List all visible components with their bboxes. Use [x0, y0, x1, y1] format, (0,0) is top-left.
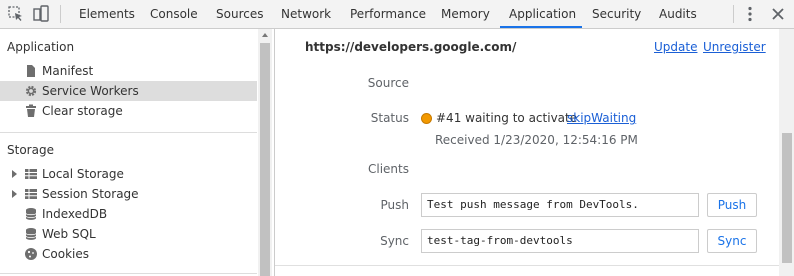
status-text: #41 waiting to activate — [436, 111, 578, 125]
more-icon[interactable] — [741, 5, 759, 23]
tab-network[interactable]: Network — [281, 0, 331, 29]
push-label: Push — [380, 198, 410, 212]
sidebar-divider — [0, 273, 257, 274]
section-divider — [275, 265, 779, 266]
sidebar-item-cookies[interactable]: Cookies — [0, 244, 257, 264]
sidebar-item-label: Local Storage — [42, 167, 124, 181]
sidebar-item-web-sql[interactable]: Web SQL — [0, 224, 257, 244]
sidebar-item-clear-storage[interactable]: Clear storage — [0, 101, 257, 121]
tab-security[interactable]: Security — [592, 0, 641, 29]
update-link[interactable]: Update — [654, 40, 697, 54]
push-button[interactable]: Push — [707, 193, 757, 217]
status-label: Status — [370, 111, 409, 125]
received-timestamp: Received 1/23/2020, 12:54:16 PM — [435, 133, 638, 147]
sidebar-heading-application: Application — [7, 40, 75, 54]
tab-performance[interactable]: Performance — [350, 0, 426, 29]
sidebar-item-manifest[interactable]: Manifest — [0, 61, 257, 81]
expand-arrow-icon[interactable] — [12, 170, 17, 178]
expand-arrow-icon[interactable] — [12, 190, 17, 198]
service-worker-panel: https://developers.google.com/ Update Un… — [275, 29, 794, 276]
tab-memory[interactable]: Memory — [441, 0, 490, 29]
sync-label: Sync — [380, 234, 409, 248]
tab-application[interactable]: Application — [509, 0, 576, 29]
scroll-up-arrow-icon[interactable] — [262, 33, 268, 37]
devtools-toolbar: Elements Console Sources Network Perform… — [0, 0, 794, 29]
sidebar-scrollbar-thumb[interactable] — [260, 43, 270, 276]
sidebar-item-label: Clear storage — [42, 104, 123, 118]
grid-icon — [25, 189, 37, 199]
tab-console[interactable]: Console — [150, 0, 198, 29]
source-label: Source — [367, 76, 409, 90]
grid-icon — [25, 169, 37, 179]
sidebar-item-label: Manifest — [42, 64, 94, 78]
device-toolbar-icon[interactable] — [32, 5, 50, 23]
trash-icon — [26, 104, 36, 117]
database-icon — [25, 228, 37, 240]
cookie-icon — [25, 248, 37, 260]
sidebar: Application Manifest Service Workers Cle… — [0, 29, 275, 276]
toolbar-separator — [733, 5, 734, 23]
sidebar-item-local-storage[interactable]: Local Storage — [0, 164, 257, 184]
sidebar-item-indexeddb[interactable]: IndexedDB — [0, 204, 257, 224]
sidebar-item-label: Web SQL — [42, 227, 96, 241]
sidebar-item-label: Session Storage — [42, 187, 139, 201]
unregister-link[interactable]: Unregister — [703, 40, 766, 54]
push-message-input[interactable]: Test push message from DevTools. — [421, 193, 699, 217]
file-icon — [27, 65, 35, 77]
sidebar-heading-storage: Storage — [7, 143, 54, 157]
sidebar-item-label: IndexedDB — [42, 207, 108, 221]
status-indicator-icon — [421, 113, 432, 124]
service-worker-origin: https://developers.google.com/ — [305, 40, 517, 54]
sidebar-item-session-storage[interactable]: Session Storage — [0, 184, 257, 204]
sync-button[interactable]: Sync — [707, 229, 757, 253]
tab-sources[interactable]: Sources — [216, 0, 263, 29]
database-icon — [25, 208, 37, 220]
gear-icon — [25, 85, 37, 97]
sync-tag-input[interactable]: test-tag-from-devtools — [421, 229, 699, 253]
sidebar-item-label: Cookies — [42, 247, 89, 261]
main-scrollbar-thumb[interactable] — [782, 133, 792, 263]
clients-label: Clients — [368, 162, 409, 176]
toolbar-separator — [60, 5, 61, 23]
skip-waiting-link[interactable]: skipWaiting — [567, 111, 636, 125]
inspect-icon[interactable] — [7, 5, 25, 23]
active-tab-indicator — [500, 26, 582, 28]
close-icon[interactable] — [769, 5, 787, 23]
sidebar-divider — [0, 132, 257, 133]
tab-elements[interactable]: Elements — [79, 0, 135, 29]
sidebar-item-service-workers[interactable]: Service Workers — [0, 81, 257, 101]
sidebar-item-label: Service Workers — [42, 84, 139, 98]
tab-audits[interactable]: Audits — [659, 0, 697, 29]
